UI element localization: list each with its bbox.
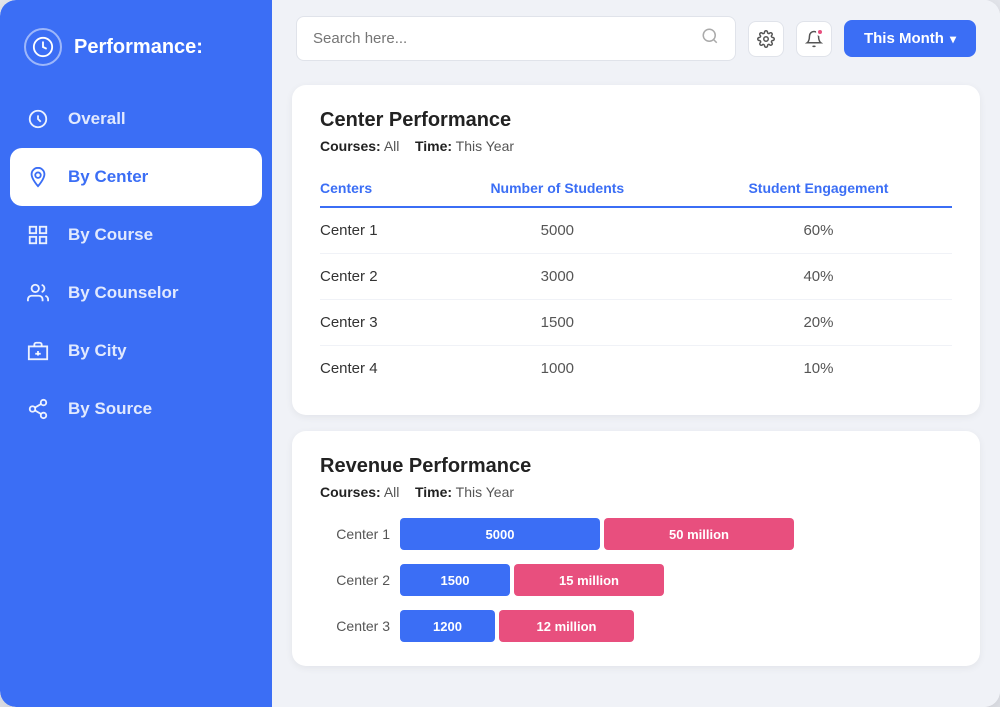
revenue-bars: Center 1 5000 50 million Center 2 1500 1… <box>320 518 952 642</box>
courses-value: All <box>384 138 400 154</box>
main-content: This Month ▾ Center Performance Courses:… <box>272 0 1000 707</box>
bar-row: Center 2 1500 15 million <box>320 564 952 596</box>
revenue-performance-card: Revenue Performance Courses: All Time: T… <box>292 431 980 666</box>
student-bar: 5000 <box>400 518 600 550</box>
month-filter-button[interactable]: This Month ▾ <box>844 20 976 57</box>
table-row: Center 2 3000 40% <box>320 254 952 300</box>
performance-icon <box>24 28 62 66</box>
search-icon <box>701 27 719 50</box>
bar-group: 1200 12 million <box>400 610 952 642</box>
sidebar-item-by-course[interactable]: By Course <box>0 206 272 264</box>
student-count: 1500 <box>430 300 685 346</box>
search-box[interactable] <box>296 16 736 61</box>
sidebar-item-by-counselor[interactable]: By Counselor <box>0 264 272 322</box>
student-count: 5000 <box>430 207 685 254</box>
sidebar-title: Performance: <box>74 36 203 59</box>
engagement-value: 20% <box>685 300 952 346</box>
by-course-icon <box>24 224 52 246</box>
notification-button[interactable] <box>796 21 832 57</box>
content-area: Center Performance Courses: All Time: Th… <box>272 77 1000 707</box>
topbar: This Month ▾ <box>272 0 1000 77</box>
by-city-icon <box>24 340 52 362</box>
student-bar: 1200 <box>400 610 495 642</box>
sidebar-item-by-city-label: By City <box>68 341 127 361</box>
rev-courses-label: Courses: <box>320 484 381 500</box>
month-button-label: This Month <box>864 30 944 47</box>
bar-group: 5000 50 million <box>400 518 952 550</box>
revenue-performance-subtitle: Courses: All Time: This Year <box>320 484 952 500</box>
center-performance-table: Centers Number of Students Student Engag… <box>320 172 952 391</box>
overall-icon <box>24 108 52 130</box>
engagement-value: 40% <box>685 254 952 300</box>
revenue-bar: 50 million <box>604 518 794 550</box>
col-centers: Centers <box>320 172 430 207</box>
sidebar-item-by-course-label: By Course <box>68 225 153 245</box>
col-engagement: Student Engagement <box>685 172 952 207</box>
sidebar-item-by-source[interactable]: By Source <box>0 380 272 438</box>
center-name: Center 4 <box>320 346 430 392</box>
by-center-icon <box>24 166 52 188</box>
center-performance-card: Center Performance Courses: All Time: Th… <box>292 85 980 415</box>
bar-row: Center 1 5000 50 million <box>320 518 952 550</box>
col-students: Number of Students <box>430 172 685 207</box>
table-row: Center 4 1000 10% <box>320 346 952 392</box>
by-source-icon <box>24 398 52 420</box>
sidebar-header: Performance: <box>0 0 272 90</box>
chevron-down-icon: ▾ <box>950 32 956 46</box>
table-row: Center 1 5000 60% <box>320 207 952 254</box>
bar-label: Center 2 <box>320 572 390 588</box>
student-count: 1000 <box>430 346 685 392</box>
bar-label: Center 3 <box>320 618 390 634</box>
center-performance-title: Center Performance <box>320 109 952 132</box>
rev-time-label: Time: <box>415 484 452 500</box>
center-name: Center 3 <box>320 300 430 346</box>
by-counselor-icon <box>24 282 52 304</box>
sidebar-item-by-source-label: By Source <box>68 399 152 419</box>
sidebar: Performance: Overall By Center <box>0 0 272 707</box>
time-label: Time: <box>415 138 452 154</box>
topbar-actions: This Month ▾ <box>748 20 976 57</box>
bar-group: 1500 15 million <box>400 564 952 596</box>
time-value: This Year <box>456 138 514 154</box>
revenue-bar: 12 million <box>499 610 634 642</box>
bar-row: Center 3 1200 12 million <box>320 610 952 642</box>
engagement-value: 60% <box>685 207 952 254</box>
rev-time-value: This Year <box>456 484 514 500</box>
sidebar-item-overall-label: Overall <box>68 109 126 129</box>
student-bar: 1500 <box>400 564 510 596</box>
center-name: Center 2 <box>320 254 430 300</box>
notification-dot <box>816 28 824 36</box>
student-count: 3000 <box>430 254 685 300</box>
courses-label: Courses: <box>320 138 381 154</box>
sidebar-item-by-city[interactable]: By City <box>0 322 272 380</box>
search-input[interactable] <box>313 30 691 47</box>
sidebar-item-by-center[interactable]: By Center <box>10 148 262 206</box>
table-row: Center 3 1500 20% <box>320 300 952 346</box>
bar-label: Center 1 <box>320 526 390 542</box>
center-name: Center 1 <box>320 207 430 254</box>
center-performance-subtitle: Courses: All Time: This Year <box>320 138 952 154</box>
rev-courses-value: All <box>384 484 400 500</box>
engagement-value: 10% <box>685 346 952 392</box>
revenue-performance-title: Revenue Performance <box>320 455 952 478</box>
sidebar-item-by-counselor-label: By Counselor <box>68 283 179 303</box>
sidebar-item-by-center-label: By Center <box>68 167 148 187</box>
settings-button[interactable] <box>748 21 784 57</box>
revenue-bar: 15 million <box>514 564 664 596</box>
sidebar-item-overall[interactable]: Overall <box>0 90 272 148</box>
